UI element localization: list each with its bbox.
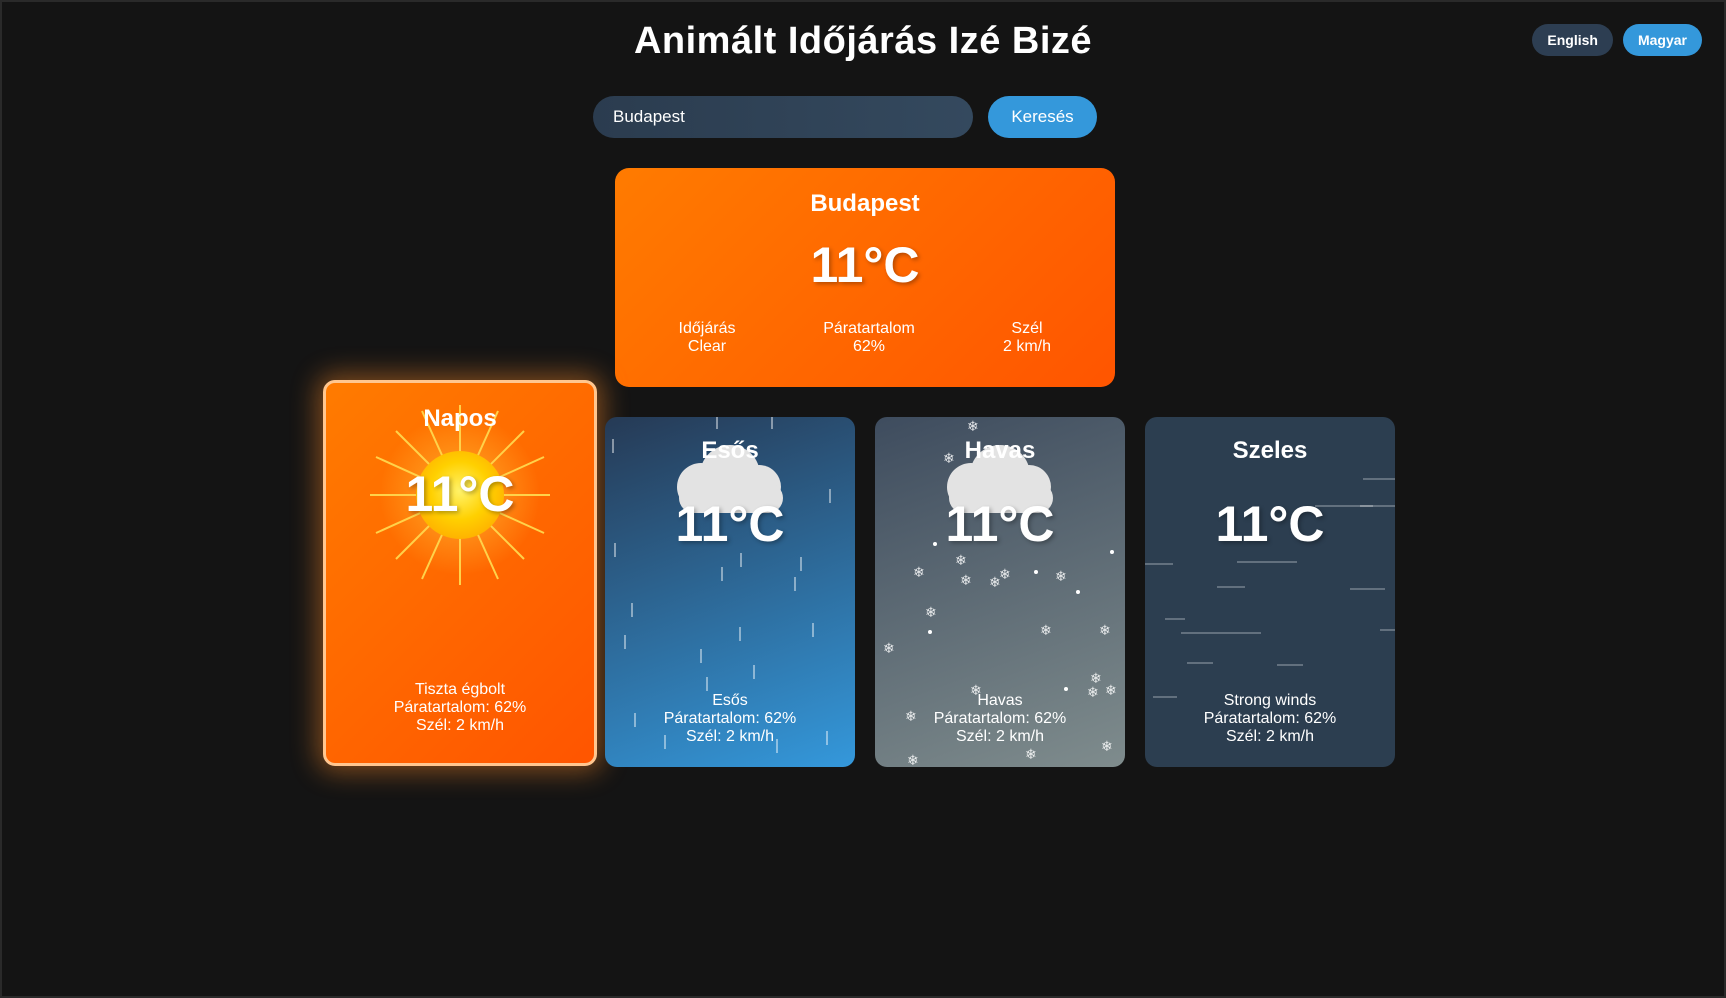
humidity-stat: Páratartalom 62%: [823, 320, 915, 356]
card-wind: Szél: 2 km/h: [415, 717, 505, 734]
card-title: Esős: [701, 437, 759, 464]
card-humidity: Páratartalom: 62%: [663, 710, 797, 727]
weather-stat: Időjárás Clear: [679, 320, 736, 356]
rainy-card[interactable]: Esős 11°C Esős Páratartalom: 62% Szél: 2…: [605, 417, 855, 767]
current-city: Budapest: [810, 190, 920, 217]
windy-card[interactable]: Szeles 11°C Strong winds Páratartalom: 6…: [1145, 417, 1395, 767]
card-temperature: 11°C: [675, 496, 785, 552]
city-search-input[interactable]: [593, 96, 973, 138]
card-humidity: Páratartalom: 62%: [1203, 710, 1337, 727]
card-title: Havas: [964, 437, 1036, 464]
card-wind: Szél: 2 km/h: [955, 728, 1045, 745]
card-temperature: 11°C: [1215, 496, 1325, 552]
card-info: Havas Páratartalom: 62% Szél: 2 km/h: [875, 692, 1125, 746]
language-switcher: English Magyar: [1532, 24, 1702, 56]
hungarian-button[interactable]: Magyar: [1622, 24, 1702, 56]
sunny-card[interactable]: Napos 11°C Tiszta égbolt Páratartalom: 6…: [323, 380, 597, 766]
english-button[interactable]: English: [1532, 24, 1613, 56]
wind-stat: Szél 2 km/h: [1003, 320, 1051, 356]
card-title: Napos: [423, 405, 497, 432]
wind-label: Szél: [1011, 320, 1043, 337]
card-info: Esős Páratartalom: 62% Szél: 2 km/h: [605, 692, 855, 746]
card-temperature: 11°C: [405, 466, 515, 522]
page-title: Animált Időjárás Izé Bizé: [633, 20, 1093, 62]
card-title: Szeles: [1232, 437, 1308, 464]
card-humidity: Páratartalom: 62%: [393, 699, 527, 716]
humidity-label: Páratartalom: [823, 320, 915, 337]
card-description: Tiszta égbolt: [414, 681, 506, 698]
card-description: Esős: [712, 692, 748, 709]
snowy-card[interactable]: ❄ ❄ ❄ ❄ ❄ ❄ ❄ ❄ ❄ ❄ ❄ ❄ ❄ ❄ ❄ ❄ ❄ ❄ ❄ ❄: [875, 417, 1125, 767]
humidity-value: 62%: [852, 338, 886, 355]
card-wind: Szél: 2 km/h: [1225, 728, 1315, 745]
wind-value: 2 km/h: [1002, 338, 1052, 355]
card-description: Havas: [977, 692, 1023, 709]
weather-label: Időjárás: [678, 320, 736, 337]
current-weather-card: Budapest 11°C Időjárás Clear Páratartalo…: [615, 168, 1115, 387]
search-button[interactable]: Keresés: [988, 96, 1097, 138]
search-bar: Keresés: [593, 96, 1097, 138]
card-info: Tiszta égbolt Páratartalom: 62% Szél: 2 …: [326, 681, 594, 735]
card-humidity: Páratartalom: 62%: [933, 710, 1067, 727]
current-temperature: 11°C: [810, 237, 920, 293]
card-info: Strong winds Páratartalom: 62% Szél: 2 k…: [1145, 692, 1395, 746]
card-description: Strong winds: [1223, 692, 1317, 709]
card-wind: Szél: 2 km/h: [685, 728, 775, 745]
card-temperature: 11°C: [945, 496, 1055, 552]
weather-value: Clear: [687, 338, 727, 355]
